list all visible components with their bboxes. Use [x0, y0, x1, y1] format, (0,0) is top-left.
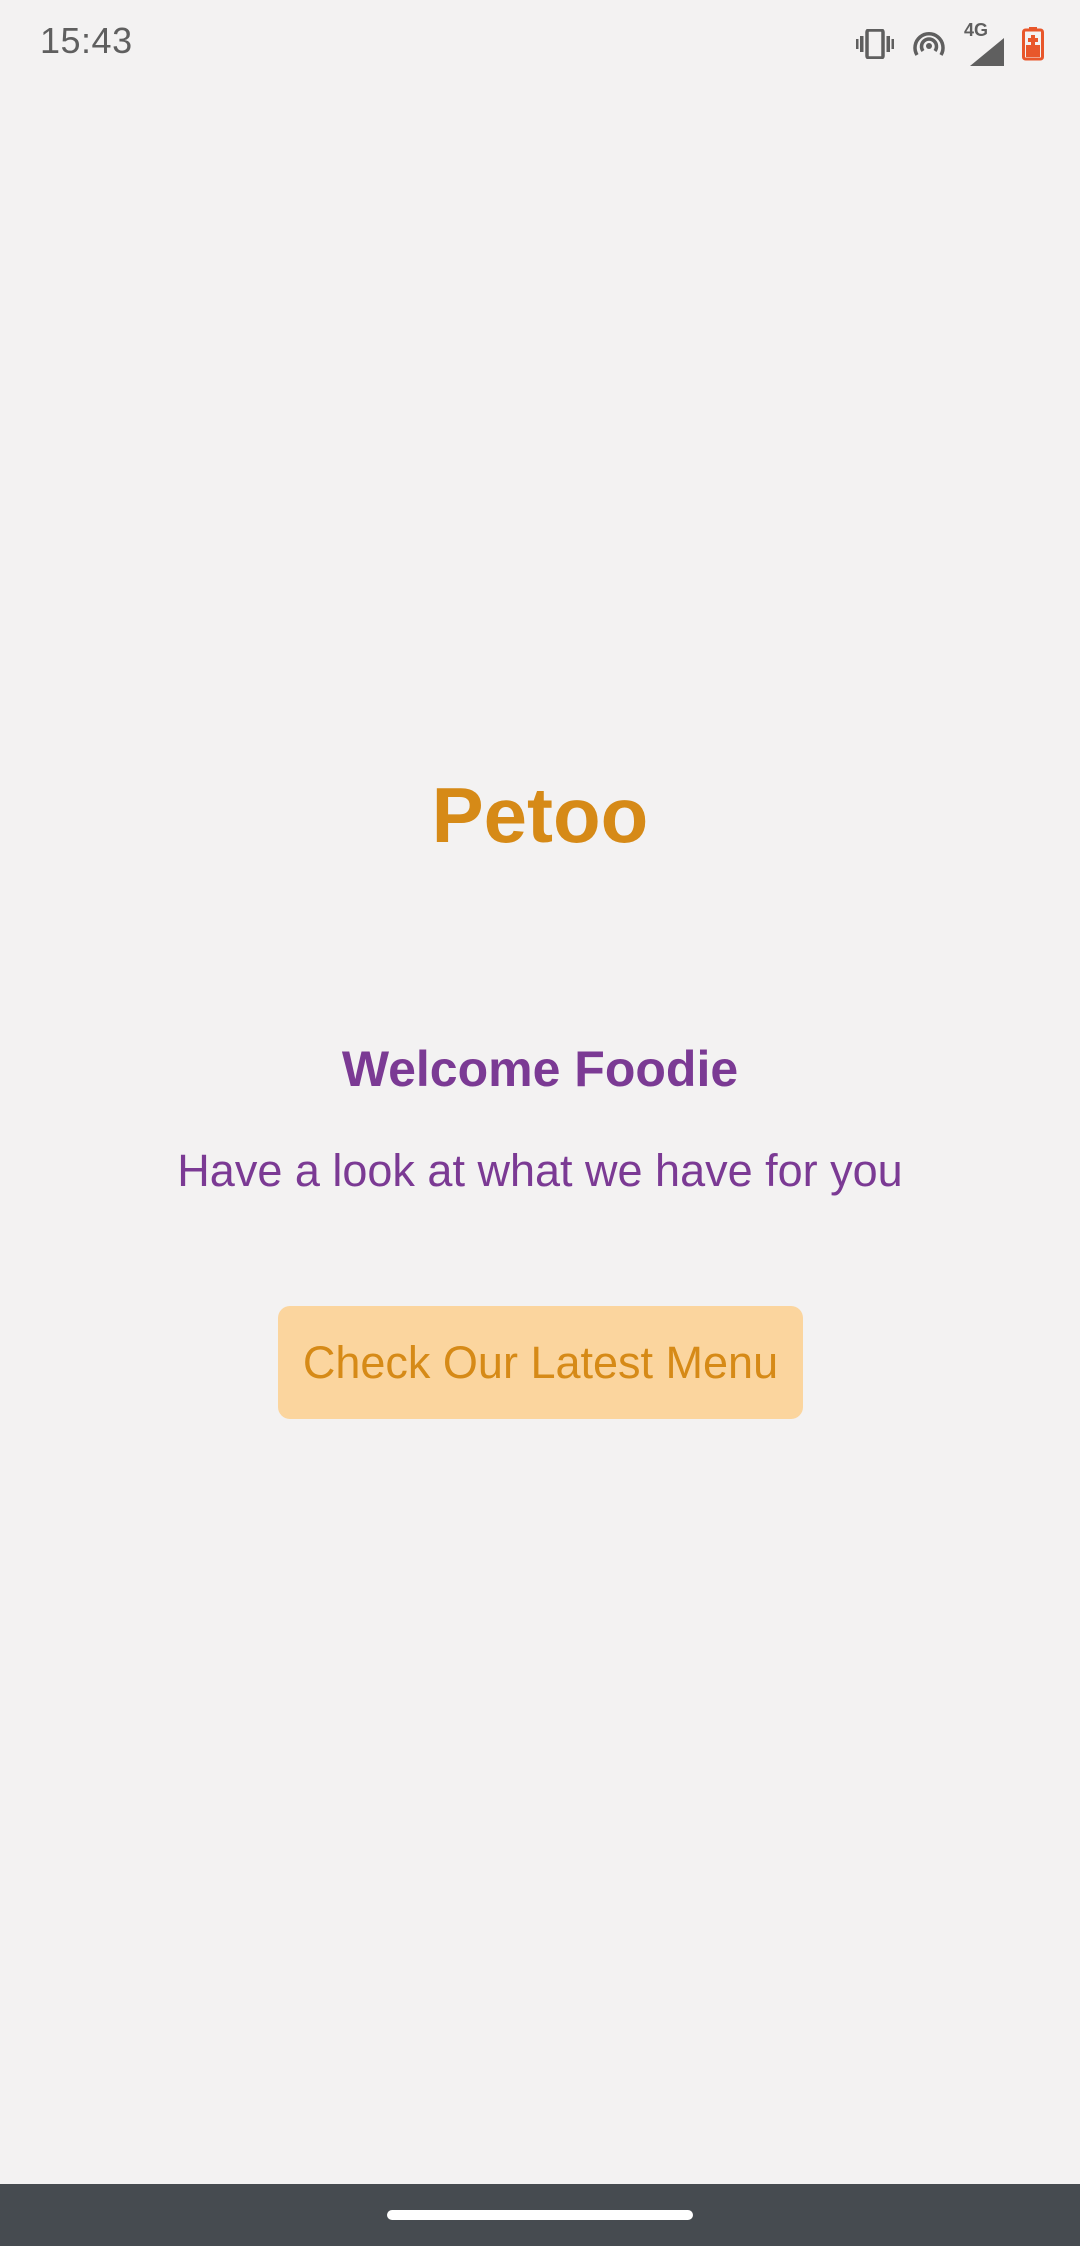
navigation-bar	[0, 2184, 1080, 2246]
status-icons: 4G	[856, 20, 1044, 66]
hotspot-icon	[912, 29, 946, 59]
battery-charging-icon	[1022, 27, 1044, 61]
welcome-title: Welcome Foodie	[341, 1041, 739, 1097]
app-title: Petoo	[431, 771, 649, 859]
signal-icon: 4G	[964, 20, 1004, 66]
check-latest-menu-button[interactable]: Check Our Latest Menu	[278, 1306, 803, 1419]
home-gesture-handle[interactable]	[387, 2210, 693, 2220]
welcome-subtitle: Have a look at what we have for you	[177, 1145, 903, 1196]
status-bar: 15:43 4G	[0, 0, 1080, 88]
vibrate-icon	[856, 29, 894, 59]
status-time: 15:43	[40, 20, 133, 61]
